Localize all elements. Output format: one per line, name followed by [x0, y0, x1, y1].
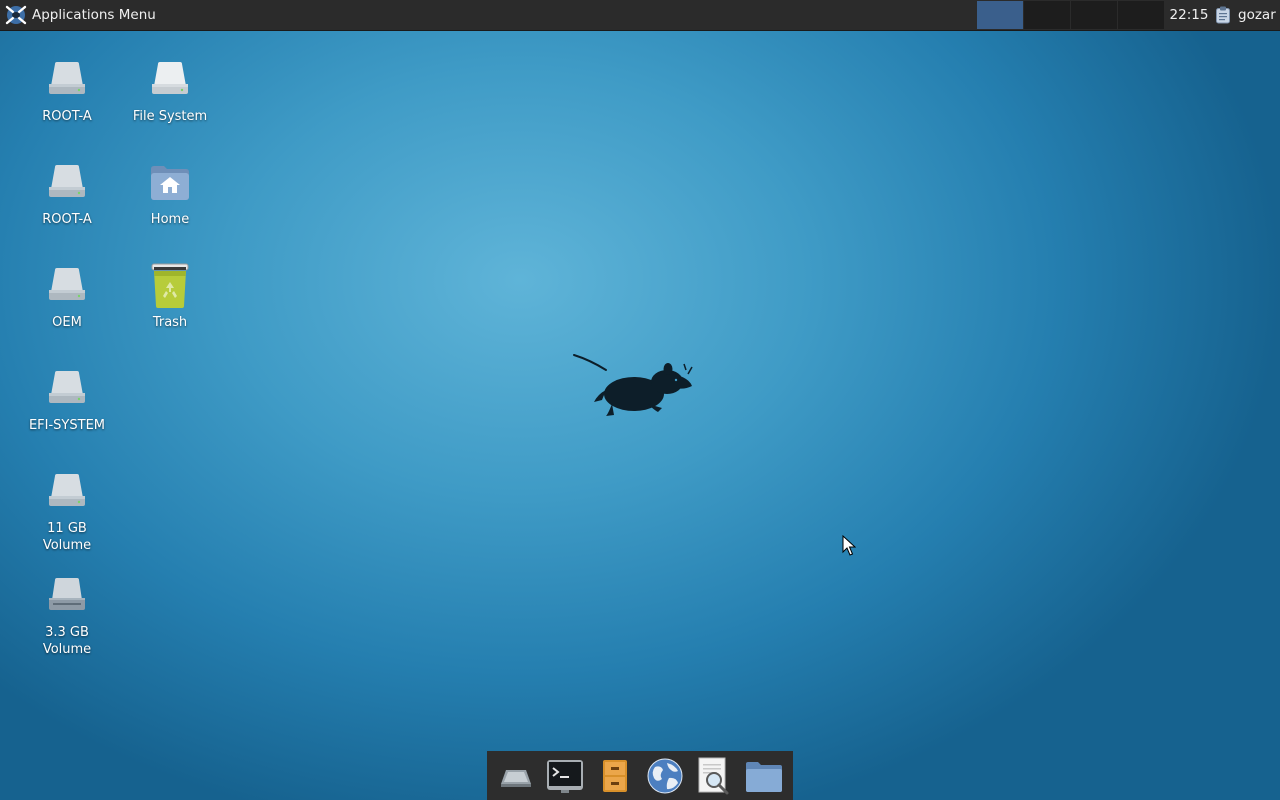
desktop-icon-label: ROOT-A [42, 212, 92, 227]
workspace-1[interactable] [977, 1, 1023, 29]
desktop-icon-oem[interactable]: OEM [19, 262, 115, 331]
desktop-icon-3-3gb-volume[interactable]: 3.3 GB Volume [19, 572, 115, 658]
home-folder-icon [151, 166, 189, 200]
dock-item-terminal[interactable] [543, 754, 587, 798]
desktop-icon-label: OEM [52, 315, 82, 330]
applications-menu-label: Applications Menu [32, 7, 156, 23]
xfce-logo-icon [5, 5, 27, 25]
dock-item-web-browser[interactable] [643, 754, 687, 798]
clock[interactable]: 22:15 [1168, 0, 1210, 30]
drive-harddisk-icon [49, 474, 85, 506]
drive-removable-icon [49, 578, 85, 610]
applications-menu-button[interactable]: Applications Menu [2, 0, 162, 30]
desktop-icon-file-system[interactable]: File System [122, 56, 218, 125]
drive-harddisk-icon [49, 371, 85, 403]
desktop-icon-label: Home [150, 212, 190, 227]
desktop-icon-root-a[interactable]: ROOT-A [19, 56, 115, 125]
dock-item-show-desktop[interactable] [494, 754, 538, 798]
desktop-icon-label: Trash [152, 315, 188, 330]
drive-harddisk-icon [49, 62, 85, 94]
cabinet-icon [603, 759, 628, 792]
desktop[interactable]: Applications Menu 22:15 gozar ROOT-A ROO… [0, 0, 1280, 800]
drive-harddisk-icon [152, 62, 188, 94]
workspace-switcher[interactable] [977, 1, 1166, 29]
desktop-icon-11gb-volume[interactable]: 11 GB Volume [19, 468, 115, 554]
show-desktop-icon [500, 769, 531, 787]
drive-harddisk-icon [49, 165, 85, 197]
dock-item-file-cabinet[interactable] [593, 754, 637, 798]
xfce-mouse-logo [573, 354, 693, 416]
terminal-icon [547, 759, 584, 793]
desktop-icon-efi-system[interactable]: EFI-SYSTEM [19, 365, 115, 434]
desktop-icon-label: 3.3 GB Volume [42, 625, 92, 657]
dock [487, 751, 793, 800]
trash-icon [151, 263, 189, 308]
dock-item-folder[interactable] [742, 754, 786, 798]
top-panel: Applications Menu 22:15 gozar [0, 0, 1280, 31]
desktop-icon-label: 11 GB Volume [42, 521, 92, 553]
desktop-icon-home[interactable]: Home [122, 159, 218, 228]
desktop-icon-label: ROOT-A [42, 109, 92, 124]
user-menu[interactable]: gozar [1238, 0, 1276, 30]
globe-icon [647, 758, 683, 793]
workspace-2[interactable] [1024, 1, 1070, 29]
desktop-icon-label: File System [132, 109, 208, 124]
desktop-icon-label: EFI-SYSTEM [28, 418, 106, 433]
dock-item-app-finder[interactable] [692, 754, 736, 798]
search-document-icon [698, 757, 729, 794]
desktop-icon-root-a-2[interactable]: ROOT-A [19, 159, 115, 228]
folder-icon [746, 761, 783, 792]
mouse-pointer-icon [842, 535, 856, 556]
workspace-3[interactable] [1071, 1, 1117, 29]
desktop-icon-trash[interactable]: Trash [122, 262, 218, 331]
workspace-4[interactable] [1118, 1, 1164, 29]
drive-harddisk-icon [49, 268, 85, 300]
clipboard-icon[interactable] [1215, 6, 1231, 24]
